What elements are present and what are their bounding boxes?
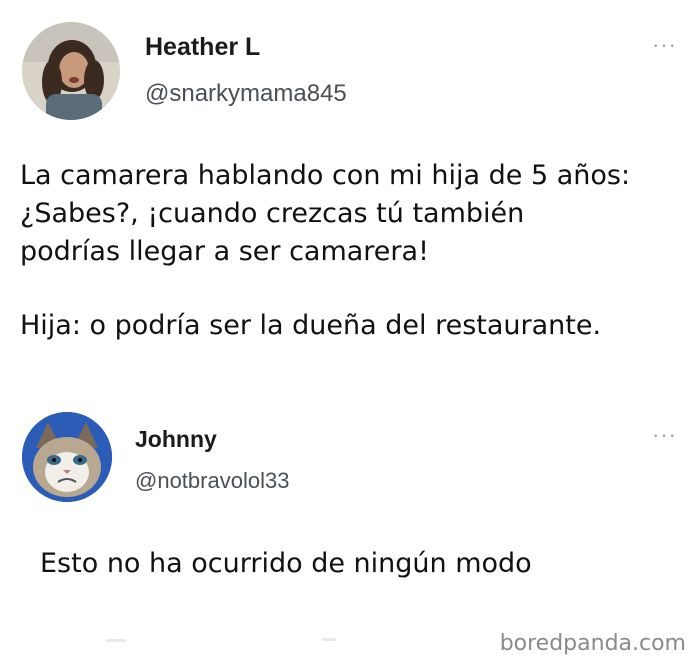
tweet-line: ¿Sabes?, ¡cuando crezcas tú también (20, 198, 525, 229)
author-handle[interactable]: @snarkymama845 (145, 80, 347, 108)
watermark: boredpanda.com (499, 631, 686, 656)
divider (106, 639, 126, 642)
avatar-photo-icon (22, 22, 120, 120)
tweet-line: Hija: o podría ser la dueña del restaura… (20, 310, 602, 341)
reply-author-name[interactable]: Johnny (135, 426, 217, 453)
reply-author-handle[interactable]: @notbravolol33 (135, 468, 289, 494)
reply-card: Johnny @notbravolol33 ··· Esto no ha ocu… (0, 400, 700, 630)
tweet-line: podrías llegar a ser camarera! (20, 236, 429, 267)
more-dots-icon[interactable]: ··· (652, 424, 677, 446)
reply-text: Esto no ha ocurrido de ningún modo (40, 548, 532, 579)
more-dots-icon[interactable]: ··· (652, 34, 677, 56)
grumpy-cat-avatar-icon (22, 412, 112, 502)
avatar-heather[interactable] (22, 22, 120, 120)
author-name[interactable]: Heather L (145, 33, 260, 62)
avatar-johnny[interactable] (22, 412, 112, 502)
tweet-line: La camarera hablando con mi hija de 5 añ… (20, 160, 631, 191)
divider (322, 638, 336, 641)
tweet-card: Heather L @snarkymama845 ··· La camarera… (0, 0, 700, 400)
tweet-text: La camarera hablando con mi hija de 5 añ… (20, 157, 630, 345)
